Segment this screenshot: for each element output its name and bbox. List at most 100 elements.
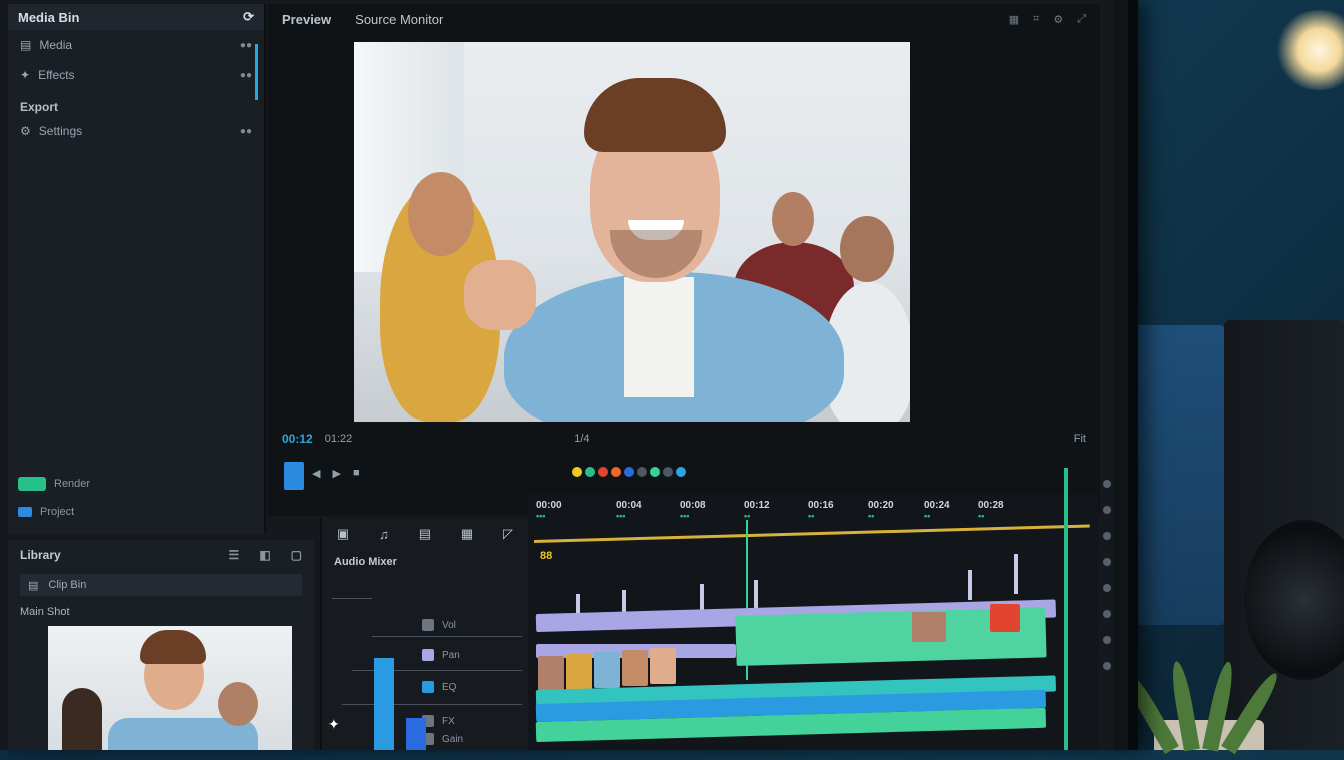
clip-thumbnail-frame[interactable] (990, 604, 1020, 632)
clip-icon[interactable]: ▤ (419, 526, 431, 542)
timeline-ruler[interactable]: 00:00 ••• 00:04 ••• 00:08 ••• 00:12 •• 00:16… (528, 494, 1098, 530)
media-item-media[interactable]: ▤ Media ●● (8, 30, 264, 60)
tag-icon[interactable]: ◧ (259, 548, 270, 562)
mixer-level-bar-2[interactable] (406, 718, 426, 750)
mixer-level-bar-1[interactable] (374, 658, 394, 750)
fit-dropdown[interactable]: Fit (1074, 433, 1086, 445)
media-item-effects[interactable]: ✦ Effects ●● (8, 60, 264, 90)
settings-icon[interactable]: ⚙ (1053, 13, 1063, 26)
clip-thumbnail-frame[interactable] (538, 656, 564, 692)
mixer-row-pan[interactable]: Pan (422, 648, 518, 662)
timecode-total: 01:22 (324, 433, 353, 445)
clip-marker[interactable] (968, 570, 972, 600)
tool-snap-icon[interactable] (1103, 662, 1111, 670)
crop-icon[interactable]: ⌗ (1033, 13, 1039, 26)
tool-razor-icon[interactable] (1103, 506, 1111, 514)
main-subject-shirt (624, 277, 694, 397)
ruler-tick: 00:20 •• (868, 500, 894, 521)
monitor: Media Bin ⟳ ▤ Media ●● ✦ Effects ●● Expo… (0, 0, 1138, 750)
tool-text-icon[interactable] (1103, 610, 1111, 618)
folder-icon: ▤ (20, 38, 32, 52)
timeline-end-marker[interactable] (1064, 468, 1068, 750)
tab-preview[interactable]: Preview (282, 12, 331, 27)
scrub-handle[interactable] (284, 462, 304, 490)
clip-thumbnail-frame[interactable] (650, 648, 676, 684)
media-panel-title: Media Bin (18, 9, 80, 25)
grid-icon[interactable]: ▦ (1009, 13, 1019, 26)
mixer-guide-2 (372, 636, 522, 637)
mixer-guide-4 (342, 704, 522, 705)
clip-marker[interactable] (1014, 554, 1018, 594)
clip-thumbnail-frame[interactable] (622, 650, 648, 686)
timecode-current: 00:12 (282, 432, 313, 446)
scroll-indicator[interactable] (255, 44, 258, 100)
media-panel-header: Media Bin ⟳ (8, 4, 264, 30)
tool-pen-icon[interactable] (1103, 636, 1111, 644)
label-red[interactable] (597, 466, 608, 477)
clip-thumbnail[interactable] (48, 626, 292, 750)
mixer-guide (332, 598, 372, 599)
refresh-icon[interactable]: ⟳ (243, 9, 254, 25)
timeline[interactable]: 00:00 ••• 00:04 ••• 00:08 ••• 00:12 •• 00:16… (528, 468, 1098, 750)
media-section-label: Export (20, 100, 59, 114)
render-row[interactable]: Render (8, 470, 264, 498)
image-icon[interactable]: ▣ (337, 526, 349, 542)
tool-slip-icon[interactable] (1103, 532, 1111, 540)
expand-icon[interactable]: ⤢ (1077, 13, 1086, 26)
label-mint[interactable] (649, 466, 660, 477)
mixer-toolbar: ▣ ♫ ▤ ▦ ◸ (322, 518, 528, 550)
rewind-button[interactable]: ◀ (312, 467, 320, 480)
list-view-icon[interactable]: ☰ (229, 548, 240, 562)
bin-icon: ▤ (28, 579, 39, 592)
ruler-tick: 00:24 •• (924, 500, 950, 521)
media-panel: Media Bin ⟳ ▤ Media ●● ✦ Effects ●● Expo… (8, 4, 266, 534)
label-blue[interactable] (623, 466, 634, 477)
tab-source-monitor[interactable]: Source Monitor (355, 12, 443, 27)
raised-fist (464, 260, 536, 330)
thumb-label: Main Shot (20, 606, 70, 618)
mixer-title: Audio Mixer (334, 556, 397, 568)
label-grey[interactable] (636, 466, 647, 477)
mixer-row-fx[interactable]: FX (422, 714, 518, 728)
marker-icon[interactable]: ◸ (503, 526, 513, 542)
mixer-row-gain[interactable]: Gain (422, 732, 518, 746)
audio-icon[interactable]: ♫ (379, 527, 389, 542)
stop-button[interactable]: ■ (353, 467, 360, 479)
clip-thumbnail-frame[interactable] (912, 612, 946, 642)
desk-plant (1120, 610, 1283, 755)
preview-tabs: Preview Source Monitor ▦ ⌗ ⚙ ⤢ (268, 4, 1100, 34)
label-cyan[interactable] (676, 466, 687, 477)
play-button[interactable]: ▶ (332, 467, 340, 480)
folder-open-icon[interactable]: ▢ (291, 548, 302, 562)
ruler-tick: 00:08 ••• (680, 500, 706, 521)
timeline-tool-rail (1098, 470, 1116, 760)
preview-monitor: Preview Source Monitor ▦ ⌗ ⚙ ⤢ 00:12 01:… (268, 4, 1100, 516)
clip-thumbnail-frame[interactable] (566, 654, 592, 690)
label-grey-2[interactable] (663, 466, 674, 477)
project-row[interactable]: Project (8, 498, 264, 526)
tool-select-icon[interactable] (1103, 480, 1111, 488)
zoom-ratio[interactable]: 1/4 (574, 433, 589, 445)
main-subject-face (584, 78, 726, 282)
effects-icon: ✦ (20, 68, 31, 82)
tool-hand-icon[interactable] (1103, 558, 1111, 566)
clip-thumbnail-frame[interactable] (594, 652, 620, 688)
label-orange[interactable] (610, 466, 621, 477)
clip-bin-bar[interactable]: ▤ Clip Bin (20, 574, 302, 596)
preview-info-row: 00:12 01:22 1/4 Fit (282, 428, 1086, 450)
library-title: Library (20, 548, 61, 562)
label-yellow[interactable] (571, 466, 582, 477)
mixer-row-vol[interactable]: Vol (422, 618, 518, 632)
render-toggle[interactable] (18, 477, 46, 491)
color-labels (571, 466, 687, 480)
library-panel: Library ☰ ◧ ▢ ▤ Clip Bin Main Shot (8, 540, 314, 750)
video-frame[interactable] (354, 42, 910, 422)
library-header: Library ☰ ◧ ▢ (8, 540, 314, 570)
label-green[interactable] (584, 466, 595, 477)
library-icon[interactable]: ▦ (461, 526, 473, 542)
mixer-row-eq[interactable]: EQ (422, 680, 518, 694)
media-item-settings[interactable]: ⚙ Settings ●● (8, 116, 264, 146)
ruler-tick: 00:28 •• (978, 500, 1004, 521)
tool-zoom-icon[interactable] (1103, 584, 1111, 592)
ruler-tick: 00:16 •• (808, 500, 834, 521)
